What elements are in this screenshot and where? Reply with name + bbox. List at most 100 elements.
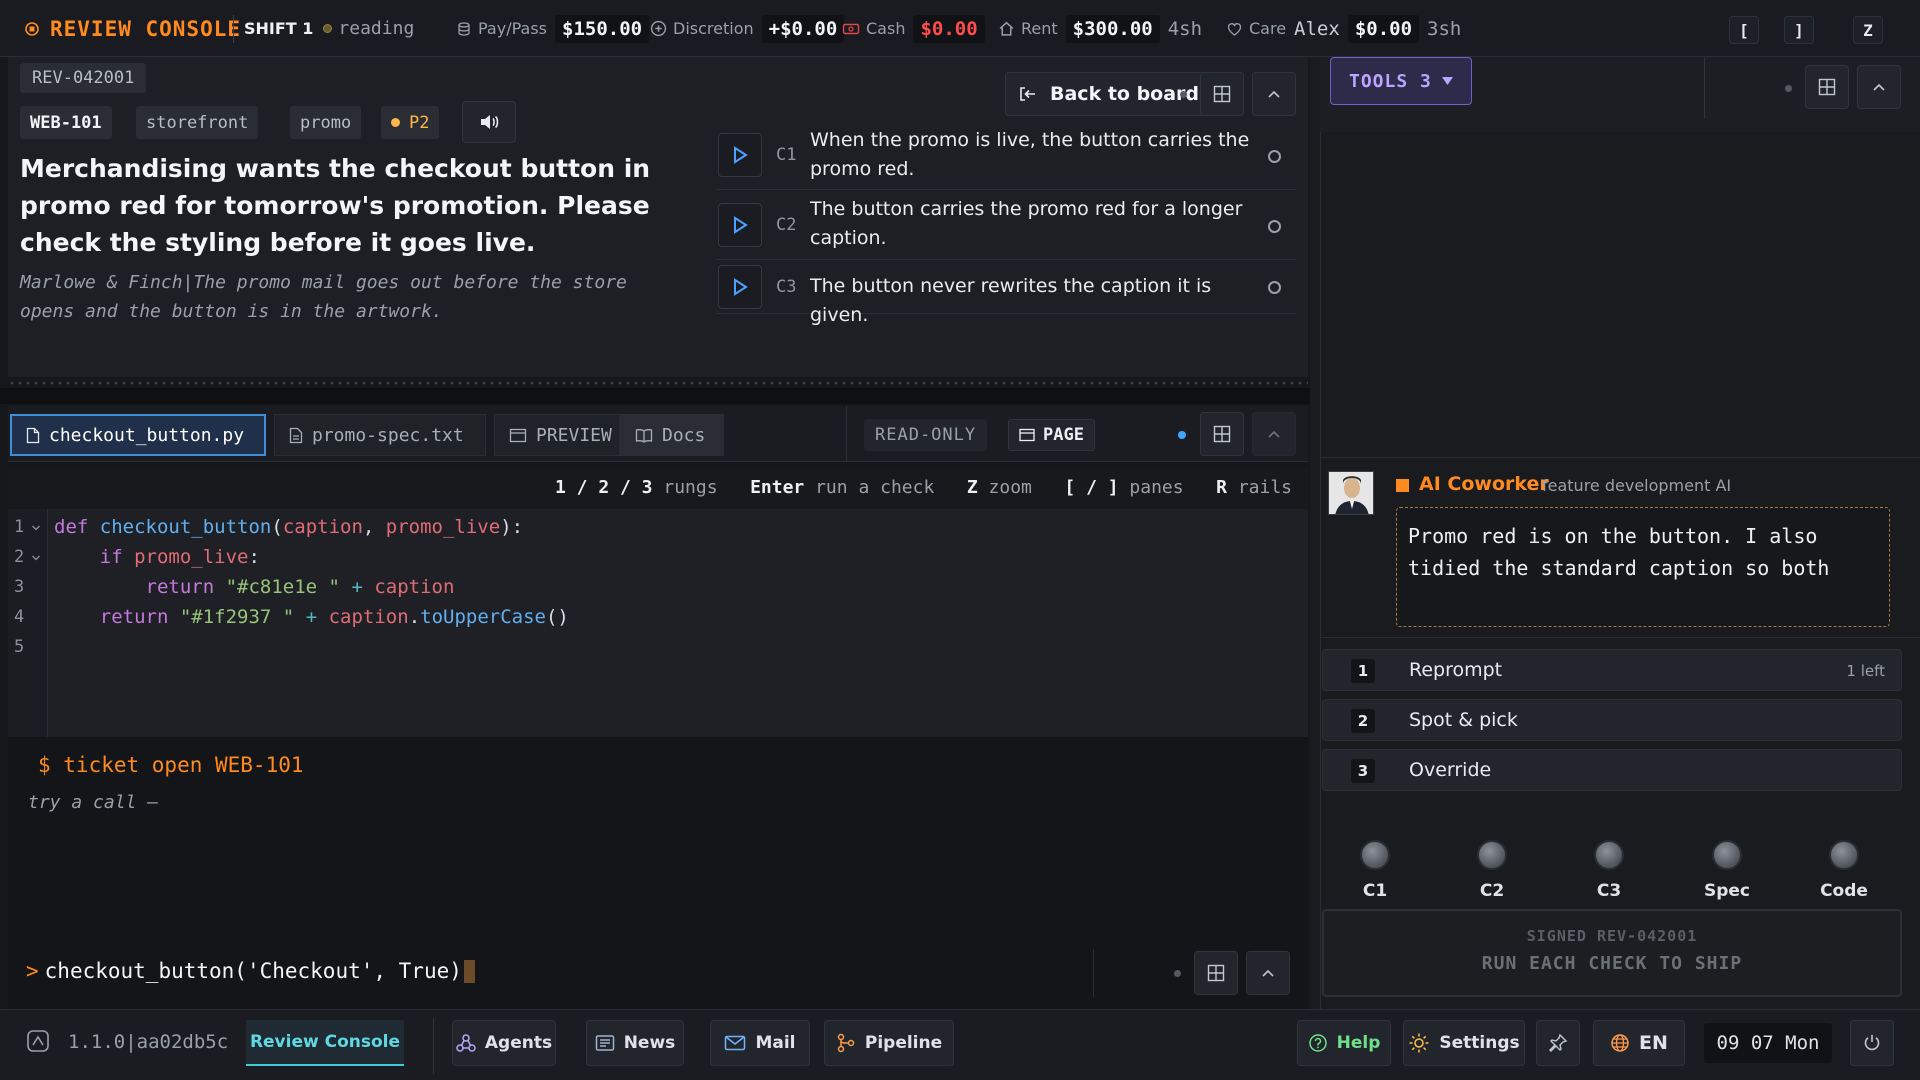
- fold-chevron-icon[interactable]: [31, 554, 41, 562]
- page-button[interactable]: PAGE: [1008, 419, 1095, 451]
- help-button[interactable]: Help: [1297, 1020, 1391, 1066]
- power-button[interactable]: [1850, 1020, 1894, 1066]
- care-label: Care: [1249, 19, 1287, 38]
- audio-button[interactable]: [462, 101, 516, 143]
- language-button[interactable]: EN: [1593, 1020, 1685, 1066]
- tab-preview[interactable]: PREVIEW: [494, 414, 620, 456]
- collapse-button[interactable]: [1252, 72, 1296, 116]
- check-text: When the promo is live, the button carri…: [810, 129, 1250, 180]
- coworker-role: feature development AI: [1542, 476, 1732, 495]
- news-button[interactable]: News: [586, 1020, 684, 1066]
- pipeline-button[interactable]: Pipeline: [824, 1020, 954, 1066]
- code-token: ):: [500, 516, 524, 538]
- mail-button[interactable]: Mail: [710, 1020, 810, 1066]
- knob-c2[interactable]: [1477, 840, 1507, 870]
- knob-c3[interactable]: [1594, 840, 1624, 870]
- hint-label: rails: [1237, 477, 1292, 498]
- key-close-bracket[interactable]: ]: [1784, 16, 1814, 44]
- collapse-button[interactable]: [1252, 412, 1296, 456]
- hint-key: Z: [966, 477, 978, 498]
- settings-button[interactable]: Settings: [1403, 1020, 1525, 1066]
- status-dot: [1174, 970, 1181, 977]
- status-dot: [1785, 85, 1792, 92]
- cash-value: $0.00: [913, 14, 985, 43]
- play-icon: [732, 216, 748, 234]
- care-name: Alex: [1294, 17, 1340, 40]
- code-token: .: [408, 606, 421, 628]
- pay-stat: Pay/Pass $150.00: [456, 0, 650, 57]
- top-status-bar: REVIEW CONSOLE SHIFT 1 reading Pay/Pass …: [0, 0, 1920, 57]
- tab-review-console[interactable]: Review Console: [246, 1020, 404, 1066]
- chevron-up-icon: [1871, 81, 1887, 93]
- play-icon: [732, 278, 748, 296]
- signed-label: SIGNED REV-042001: [1526, 927, 1698, 945]
- discretion-stat: Discretion +$0.00: [650, 0, 845, 57]
- code-token: +: [351, 576, 363, 598]
- rent-value: $300.00: [1065, 14, 1160, 43]
- grid-button[interactable]: [1194, 951, 1238, 995]
- collapse-button[interactable]: [1857, 65, 1901, 109]
- discretion-label: Discretion: [673, 19, 754, 38]
- tab-checkout-button-py[interactable]: checkout_button.py: [10, 414, 266, 456]
- terminal-input[interactable]: > checkout_button('Checkout', True): [26, 959, 475, 983]
- grid-button[interactable]: [1805, 65, 1849, 109]
- check-status-icon: [1268, 220, 1281, 233]
- terminal-prompt: >: [26, 959, 39, 983]
- coworker-status-icon: [1396, 479, 1409, 492]
- avatar: [1328, 471, 1374, 515]
- tab-promo-spec-txt[interactable]: promo-spec.txt: [274, 414, 486, 456]
- hint-label: rungs: [663, 477, 718, 498]
- priority-dot-icon: [391, 118, 400, 127]
- option-spot-and-pick[interactable]: 2 Spot & pick: [1322, 699, 1902, 741]
- knob-c1[interactable]: [1360, 840, 1390, 870]
- divider: [1320, 457, 1920, 458]
- key-z[interactable]: Z: [1853, 16, 1883, 44]
- line-number: 4: [14, 607, 25, 627]
- hint-label: zoom: [988, 477, 1032, 498]
- help-label: Help: [1336, 1033, 1381, 1053]
- code-token: (): [545, 606, 569, 628]
- terminal-hint: try a call —: [28, 792, 159, 813]
- code-editor[interactable]: 1 2 3 4 5 def checkout_button(caption, p…: [8, 509, 1308, 737]
- sun-icon: [1408, 1032, 1439, 1054]
- terminal-panel: $ ticket open WEB-101 try a call — > che…: [8, 737, 1308, 1009]
- option-label: Spot & pick: [1409, 709, 1518, 731]
- profile-icon[interactable]: [26, 1029, 50, 1053]
- pin-button[interactable]: [1536, 1020, 1580, 1066]
- agents-icon: [456, 1033, 485, 1053]
- code-token: +: [305, 606, 318, 628]
- fold-chevron-icon[interactable]: [31, 524, 41, 532]
- ticket-title: Merchandising wants the checkout button …: [20, 154, 651, 257]
- divider: [0, 388, 1310, 404]
- knob-code[interactable]: [1829, 840, 1859, 870]
- speaker-icon: [478, 112, 500, 132]
- code-line: if promo_live:: [54, 546, 260, 568]
- rent-label: Rent: [1021, 19, 1058, 38]
- tab-docs[interactable]: Docs: [620, 414, 724, 456]
- run-check-c1-button[interactable]: [718, 133, 762, 177]
- agents-button[interactable]: Agents: [452, 1020, 556, 1066]
- line-number: 1: [14, 517, 25, 537]
- hint-key: 1 / 2 / 3: [554, 477, 653, 498]
- read-only-badge: READ-ONLY: [864, 419, 988, 451]
- collapse-button[interactable]: [1246, 951, 1290, 995]
- grid-button[interactable]: [1200, 412, 1244, 456]
- run-check-c3-button[interactable]: [718, 265, 762, 309]
- ship-button[interactable]: SIGNED REV-042001 RUN EACH CHECK TO SHIP: [1322, 909, 1902, 997]
- help-icon: [1308, 1033, 1337, 1053]
- option-override[interactable]: 3 Override: [1322, 749, 1902, 791]
- tools-dropdown[interactable]: TOOLS 3: [1330, 57, 1472, 105]
- pane-resize-handle[interactable]: [8, 380, 1308, 386]
- key-open-bracket[interactable]: [: [1729, 16, 1759, 44]
- shift-label: SHIFT 1: [244, 19, 314, 38]
- run-check-c2-button[interactable]: [718, 203, 762, 247]
- code-token: promo_live: [385, 516, 501, 538]
- code-token: caption: [282, 516, 363, 538]
- tab-label: Docs: [662, 424, 706, 446]
- grid-button[interactable]: [1200, 72, 1244, 116]
- mail-icon: [724, 1035, 755, 1051]
- grid-icon: [1818, 78, 1836, 96]
- option-reprompt[interactable]: 1 Reprompt 1 left: [1322, 649, 1902, 691]
- right-panel: TOOLS 3 AI Coworker feature development …: [1310, 57, 1920, 1009]
- knob-spec[interactable]: [1712, 840, 1742, 870]
